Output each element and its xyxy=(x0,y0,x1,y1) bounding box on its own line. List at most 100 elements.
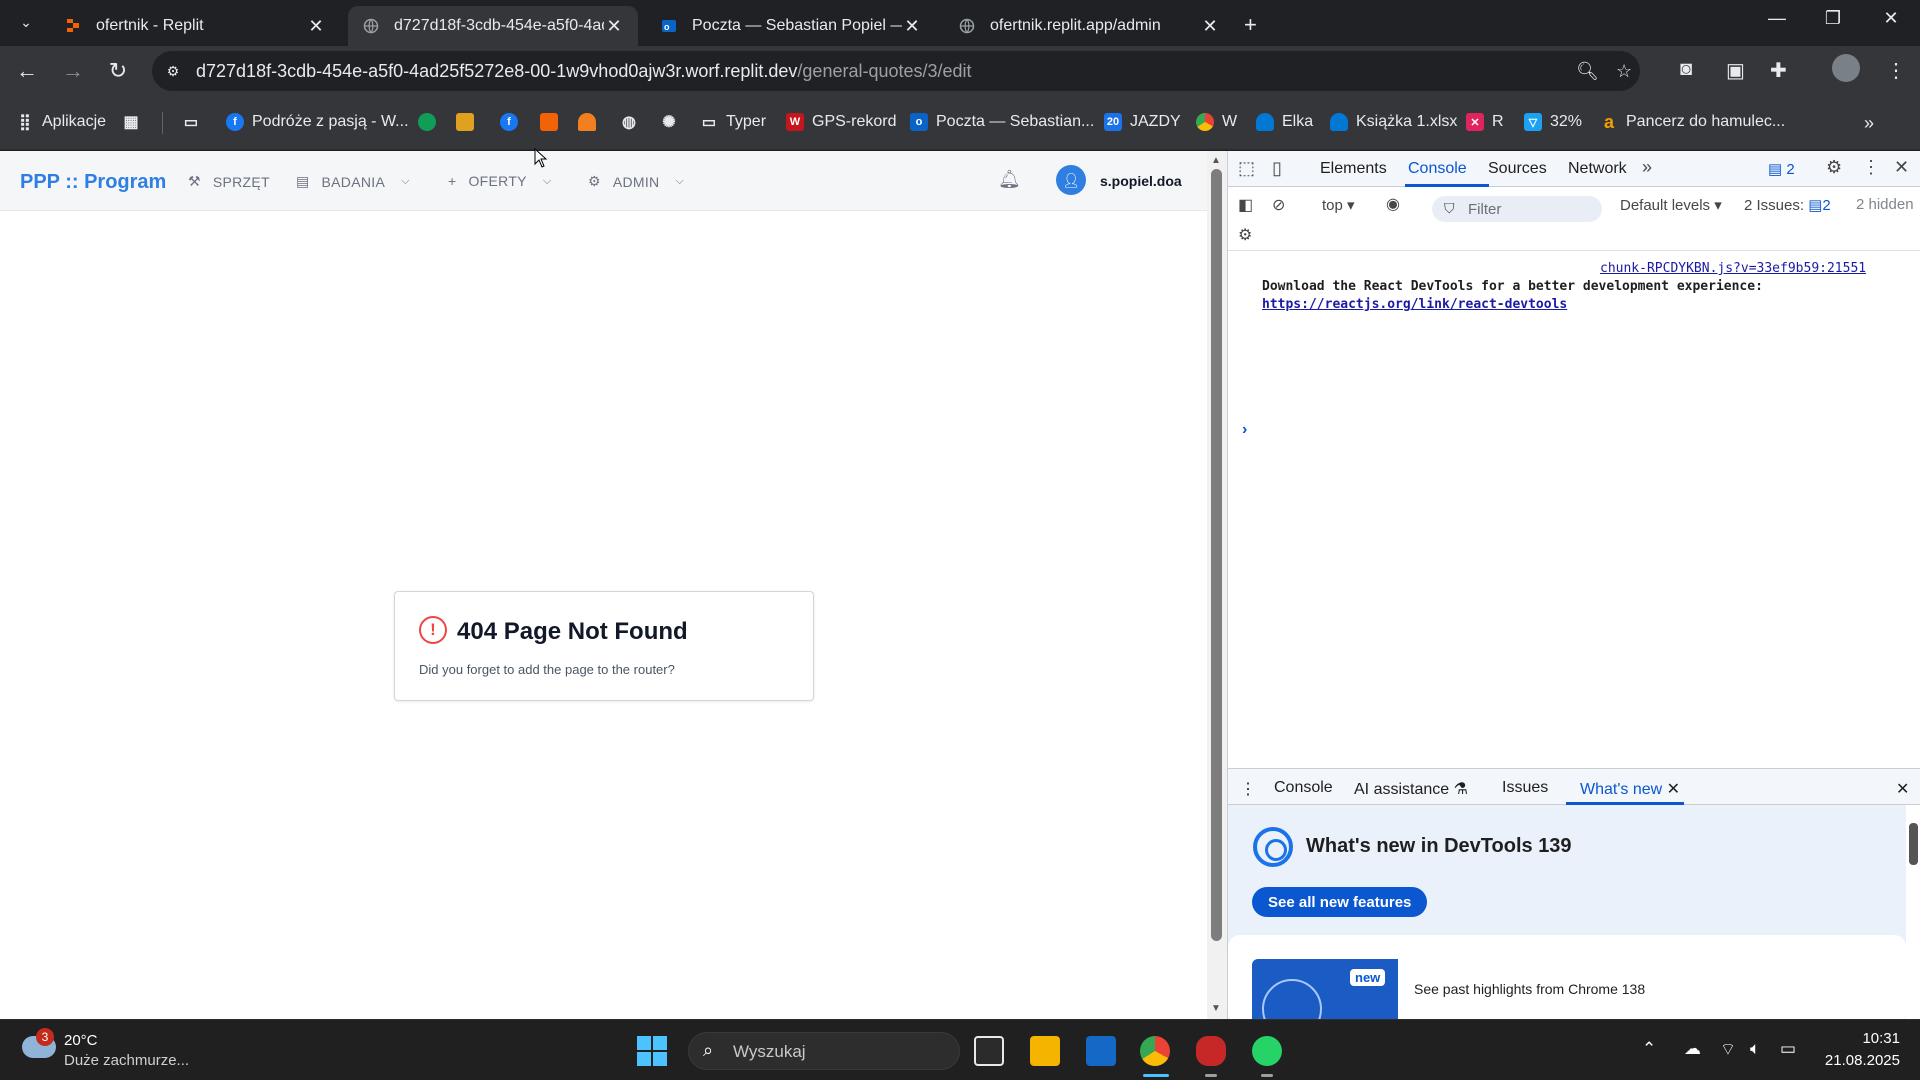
bookmark-jazdy[interactable]: 20 JAZDY xyxy=(1104,113,1181,131)
close-tab-icon[interactable]: ✕ xyxy=(1200,16,1220,37)
chrome-taskbar-icon[interactable] xyxy=(1140,1036,1170,1066)
close-devtools-icon[interactable]: ✕ xyxy=(1894,157,1909,178)
scrollbar-thumb[interactable] xyxy=(1909,823,1918,865)
close-drawer-icon[interactable]: ✕ xyxy=(1896,779,1909,799)
profile-avatar[interactable] xyxy=(1832,54,1860,82)
eye-icon[interactable]: ◉ xyxy=(1386,194,1400,214)
drawer-tab-ai-assistance[interactable]: AI assistance ⚗ xyxy=(1354,779,1468,799)
back-icon[interactable]: ← xyxy=(12,58,42,84)
close-tab-icon[interactable]: ✕ xyxy=(604,16,624,37)
issues-counter[interactable]: 2 Issues: ▤2 xyxy=(1744,196,1831,214)
store-icon[interactable] xyxy=(1086,1036,1116,1066)
onedrive-tray-icon[interactable]: ☁ xyxy=(1684,1039,1701,1059)
inspect-element-icon[interactable]: ⬚ xyxy=(1238,158,1255,179)
bookmark-typer[interactable]: ▭ Typer xyxy=(700,113,766,131)
clock-date[interactable]: 21.08.2025 xyxy=(1800,1052,1900,1069)
scroll-down-icon[interactable]: ▼ xyxy=(1211,1003,1221,1014)
scrollbar-thumb[interactable] xyxy=(1211,169,1222,941)
user-avatar[interactable]: 👤︎ xyxy=(1056,165,1086,195)
bookmark-globe[interactable]: ◍ xyxy=(620,113,646,131)
forward-icon[interactable]: → xyxy=(58,58,88,84)
bookmark-tab-groups[interactable]: ▦ xyxy=(122,113,148,131)
devtools-tab-network[interactable]: Network xyxy=(1568,160,1627,178)
volume-icon[interactable]: 🔈︎ xyxy=(1750,1039,1760,1059)
drawer-menu-icon[interactable]: ⋮ xyxy=(1240,779,1256,799)
console-prompt-chevron-icon[interactable]: › xyxy=(1242,421,1247,439)
username[interactable]: s.popiel.doa xyxy=(1100,173,1182,189)
past-highlights-link[interactable]: See past highlights from Chrome 138 xyxy=(1414,981,1645,997)
bookmark-apps[interactable]: ⣿ Aplikacje xyxy=(16,113,106,131)
cast-icon[interactable]: ▣ xyxy=(1726,58,1745,83)
page-scrollbar[interactable]: ▲ ▼ xyxy=(1207,151,1227,1019)
bookmark-briefcase[interactable] xyxy=(456,113,482,131)
log-source-link[interactable]: chunk-RPCDYKBN.js?v=33ef9b59:21551 xyxy=(1600,261,1866,276)
task-view-icon[interactable] xyxy=(974,1036,1004,1066)
bookmark-32[interactable]: ▽ 32% xyxy=(1524,113,1582,131)
zoom-icon[interactable]: 🔍︎ xyxy=(1576,61,1599,82)
bookmark-folder[interactable]: ▭ xyxy=(182,113,208,131)
react-devtools-link[interactable]: https://reactjs.org/link/react-devtools xyxy=(1262,297,1567,312)
screenshot-icon[interactable]: ◙ xyxy=(1680,58,1692,81)
more-tabs-icon[interactable]: » xyxy=(1642,157,1652,178)
menu-kebab-icon[interactable]: ⋮ xyxy=(1886,58,1906,83)
context-selector[interactable]: top ▾ xyxy=(1322,196,1355,214)
close-tab-icon[interactable]: ✕ xyxy=(306,16,326,37)
windows-start-icon[interactable] xyxy=(637,1036,667,1066)
url-text[interactable]: d727d18f-3cdb-454e-a5f0-4ad25f5272e8-00-… xyxy=(196,61,972,82)
app-brand[interactable]: PPP :: Program xyxy=(20,171,166,194)
wifi-icon[interactable]: ⌔ xyxy=(1720,1039,1736,1060)
battery-icon[interactable]: ▭ xyxy=(1780,1039,1796,1059)
bookmark-facebook[interactable]: f xyxy=(500,113,526,131)
address-bar[interactable]: ⚙ d727d18f-3cdb-454e-a5f0-4ad25f5272e8-0… xyxy=(152,51,1640,91)
bookmark-green[interactable] xyxy=(418,113,444,131)
console-settings-icon[interactable]: ⚙ xyxy=(1238,225,1252,245)
temperature[interactable]: 20°C xyxy=(64,1032,98,1049)
close-tab-icon[interactable]: ✕ xyxy=(902,16,922,37)
whatsapp-icon[interactable] xyxy=(1252,1036,1282,1066)
bookmark-ksiazka[interactable]: Książka 1.xlsx xyxy=(1330,113,1457,131)
site-settings-icon[interactable]: ⚙ xyxy=(162,60,184,82)
log-levels-dropdown[interactable]: Default levels ▾ xyxy=(1620,196,1722,214)
devtools-tab-elements[interactable]: Elements xyxy=(1320,160,1387,178)
drawer-tab-issues[interactable]: Issues xyxy=(1502,779,1548,797)
restore-icon[interactable]: ❐ xyxy=(1818,8,1848,29)
new-tab-icon[interactable]: + xyxy=(1244,12,1257,38)
browser-tab[interactable]: o Poczta — Sebastian Popiel — O ✕ xyxy=(646,6,936,46)
bookmark-star-icon[interactable]: ☆ xyxy=(1616,61,1632,82)
device-toolbar-icon[interactable]: ▯ xyxy=(1272,158,1282,179)
nav-oferty[interactable]: + OFERTY ⌵ xyxy=(448,173,551,189)
browser-tab[interactable]: ofertnik - Replit ✕ xyxy=(50,6,340,46)
bookmark-replit[interactable] xyxy=(540,113,566,131)
extensions-icon[interactable]: ✚ xyxy=(1770,58,1787,83)
clock-time[interactable]: 10:31 xyxy=(1820,1030,1900,1047)
bookmark-elka[interactable]: Elka xyxy=(1256,113,1313,131)
minimize-icon[interactable]: — xyxy=(1762,8,1792,29)
taskbar-search[interactable]: ⌕ Wyszukaj xyxy=(688,1032,960,1070)
app-red-icon[interactable] xyxy=(1196,1036,1226,1066)
bookmark-gps-rekord[interactable]: W GPS-rekord xyxy=(786,113,896,131)
settings-gear-icon[interactable]: ⚙ xyxy=(1826,157,1842,178)
console-filter-input[interactable]: ⛉ Filter xyxy=(1432,196,1602,222)
bookmark-w[interactable]: W xyxy=(1196,113,1237,131)
bookmark-pancerz[interactable]: a Pancerz do hamulec... xyxy=(1600,112,1785,132)
close-window-icon[interactable]: ✕ xyxy=(1876,8,1906,29)
drawer-tab-console[interactable]: Console xyxy=(1274,779,1333,797)
devtools-tab-console[interactable]: Console xyxy=(1408,160,1467,178)
close-tab-icon[interactable]: ✕ xyxy=(1667,781,1680,798)
browser-tab-active[interactable]: d727d18f-3cdb-454e-a5f0-4ad ✕ xyxy=(348,6,638,46)
nav-sprzet[interactable]: ⚒ SPRZĘT xyxy=(188,173,270,190)
file-explorer-icon[interactable] xyxy=(1030,1036,1060,1066)
nav-admin[interactable]: ⚙ ADMIN ⌵ xyxy=(588,173,684,190)
devtools-tab-sources[interactable]: Sources xyxy=(1488,160,1547,178)
sidebar-toggle-icon[interactable]: ◧ xyxy=(1238,195,1253,215)
browser-tab[interactable]: ofertnik.replit.app/admin ✕ xyxy=(944,6,1234,46)
tray-chevron-up-icon[interactable]: ⌃ xyxy=(1642,1039,1656,1059)
tab-search-chevron-icon[interactable]: ⌄ xyxy=(12,8,40,36)
bookmark-podroze[interactable]: f Podróże z pasją - W... xyxy=(226,113,409,131)
bell-icon[interactable]: 🔔︎ xyxy=(998,169,1021,190)
weather-description[interactable]: Duże zachmurze... xyxy=(64,1052,189,1069)
more-bookmarks-icon[interactable]: » xyxy=(1864,113,1874,134)
see-all-features-button[interactable]: See all new features xyxy=(1252,887,1428,917)
bookmark-poczta[interactable]: o Poczta — Sebastian... xyxy=(910,113,1094,131)
bookmark-cloud[interactable] xyxy=(578,113,604,131)
